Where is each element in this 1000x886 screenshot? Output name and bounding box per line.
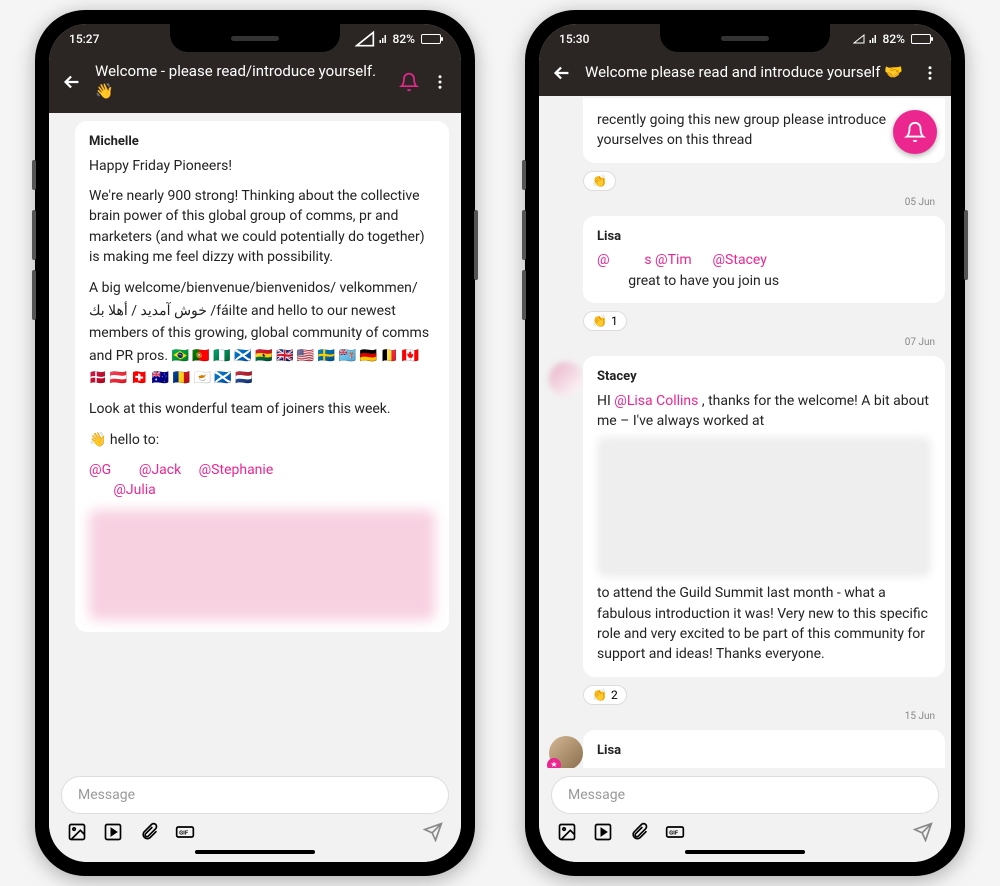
mention[interactable]: @Stacey bbox=[712, 252, 766, 268]
message-date: 07 Jun bbox=[545, 337, 935, 348]
message-text: Great to have you here bbox=[597, 767, 739, 769]
mention[interactable]: @​ bbox=[597, 252, 644, 268]
phone-side-button bbox=[522, 210, 526, 260]
chat-header: Welcome please read and introduce yourse… bbox=[539, 54, 951, 96]
message-card: Lisa @​ s @Tim @Stacey great to have you… bbox=[583, 216, 945, 303]
mention[interactable]: @Julia bbox=[113, 482, 155, 498]
reaction-chip[interactable]: 👏 2 bbox=[583, 685, 627, 705]
notifications-fab[interactable] bbox=[893, 110, 937, 154]
mention[interactable]: s bbox=[644, 252, 651, 268]
message-text: HI bbox=[597, 393, 614, 409]
mentions-row: @G @Jack @Stephanie @Julia bbox=[89, 460, 435, 501]
phone-side-button bbox=[964, 210, 968, 280]
message-text: A big welcome/bienvenue/bienvenidos/ vel… bbox=[89, 277, 435, 389]
chat-scroll[interactable]: recently going this new group please int… bbox=[539, 96, 951, 768]
gif-icon[interactable]: GIF bbox=[175, 822, 195, 842]
mention[interactable]: @Tim bbox=[655, 252, 692, 268]
star-badge-icon: ★ bbox=[547, 758, 561, 768]
status-time: 15:30 bbox=[559, 32, 589, 46]
composer: Message GIF bbox=[49, 768, 461, 862]
image-icon[interactable] bbox=[67, 822, 87, 842]
mention[interactable]: @Jack bbox=[139, 462, 181, 478]
attachment-icon[interactable] bbox=[139, 822, 159, 842]
more-icon[interactable] bbox=[431, 73, 449, 91]
signal-icon bbox=[853, 33, 865, 45]
message-sender: Lisa bbox=[597, 742, 931, 761]
chat-title: Welcome please read and introduce yourse… bbox=[585, 63, 909, 83]
reaction-count: 1 bbox=[611, 314, 618, 328]
mention[interactable]: @G bbox=[89, 462, 111, 478]
back-icon[interactable] bbox=[61, 71, 83, 93]
chat-title: Welcome - please read/introduce yourself… bbox=[95, 62, 387, 101]
message-sender: Lisa bbox=[597, 228, 931, 247]
more-icon[interactable] bbox=[921, 64, 939, 82]
video-icon[interactable] bbox=[593, 822, 613, 842]
battery-percent: 82% bbox=[393, 32, 415, 46]
phone-side-button bbox=[522, 270, 526, 320]
message-input[interactable]: Message bbox=[551, 776, 939, 814]
reaction-chip[interactable]: 👏 1 bbox=[583, 311, 627, 331]
redacted-block bbox=[89, 510, 435, 620]
phone-notch bbox=[660, 24, 830, 52]
message-text: Happy Friday Pioneers! bbox=[89, 156, 435, 176]
avatar[interactable] bbox=[549, 362, 583, 396]
message-sender: Stacey bbox=[597, 368, 931, 387]
battery-icon bbox=[421, 34, 441, 44]
message-card: Stacey HI @Lisa Collins , thanks for the… bbox=[583, 356, 945, 677]
mention[interactable] bbox=[597, 273, 625, 289]
message-card: recently going this new group please int… bbox=[583, 98, 945, 163]
message-text: recently going this new group please int… bbox=[597, 112, 886, 148]
bell-icon[interactable] bbox=[399, 72, 419, 92]
home-indicator bbox=[685, 850, 805, 854]
message-sender: Michelle bbox=[89, 133, 435, 152]
mention[interactable]: @Lisa Collins bbox=[614, 393, 698, 409]
battery-icon bbox=[911, 34, 931, 44]
send-icon[interactable] bbox=[423, 822, 443, 842]
composer: Message GIF bbox=[539, 768, 951, 862]
signal-icon bbox=[355, 29, 375, 49]
message-input[interactable]: Message bbox=[61, 776, 449, 814]
message-text: We're nearly 900 strong! Thinking about … bbox=[89, 186, 435, 267]
phone-right: 15:30 82% Welcome please read and introd… bbox=[525, 10, 965, 876]
home-indicator bbox=[195, 850, 315, 854]
phone-notch bbox=[170, 24, 340, 52]
reaction-chip[interactable]: 👏 bbox=[583, 171, 616, 191]
phone-side-button bbox=[32, 270, 36, 320]
message-text: to attend the Guild Summit last month - … bbox=[597, 585, 928, 662]
back-icon[interactable] bbox=[551, 62, 573, 84]
message-card: Michelle Happy Friday Pioneers! We're ne… bbox=[75, 121, 449, 632]
chat-scroll[interactable]: Michelle Happy Friday Pioneers! We're ne… bbox=[49, 113, 461, 768]
svg-text:GIF: GIF bbox=[669, 831, 679, 837]
message-text: Look at this wonderful team of joiners t… bbox=[89, 399, 435, 419]
mention[interactable]: @Stephanie bbox=[199, 462, 274, 478]
phone-side-button bbox=[522, 160, 526, 190]
video-icon[interactable] bbox=[103, 822, 123, 842]
message-date: 15 Jun bbox=[545, 711, 935, 722]
gif-icon[interactable]: GIF bbox=[665, 822, 685, 842]
attachment-icon[interactable] bbox=[629, 822, 649, 842]
battery-percent: 82% bbox=[883, 32, 905, 46]
chat-header: Welcome - please read/introduce yourself… bbox=[49, 54, 461, 113]
message-text: great to have you join us bbox=[625, 273, 779, 289]
placeholder-text: Message bbox=[78, 787, 135, 803]
signal-icon bbox=[868, 33, 880, 45]
phone-side-button bbox=[32, 160, 36, 190]
svg-text:GIF: GIF bbox=[179, 831, 189, 837]
status-time: 15:27 bbox=[69, 32, 99, 46]
placeholder-text: Message bbox=[568, 787, 625, 803]
redacted-block bbox=[597, 437, 931, 577]
message-date: 05 Jun bbox=[545, 197, 935, 208]
phone-left: 15:27 82% Welcome - please read/introduc… bbox=[35, 10, 475, 876]
phone-side-button bbox=[32, 210, 36, 260]
message-card: Lisa Great to have you here @Stacey bbox=[583, 730, 945, 768]
reaction-count: 2 bbox=[611, 688, 618, 702]
image-icon[interactable] bbox=[557, 822, 577, 842]
send-icon[interactable] bbox=[913, 822, 933, 842]
message-text: 👋 hello to: bbox=[89, 430, 435, 450]
signal-icon bbox=[378, 33, 390, 45]
mention[interactable]: @Stacey bbox=[739, 767, 793, 769]
avatar[interactable]: ★ bbox=[549, 736, 583, 768]
phone-side-button bbox=[474, 210, 478, 280]
